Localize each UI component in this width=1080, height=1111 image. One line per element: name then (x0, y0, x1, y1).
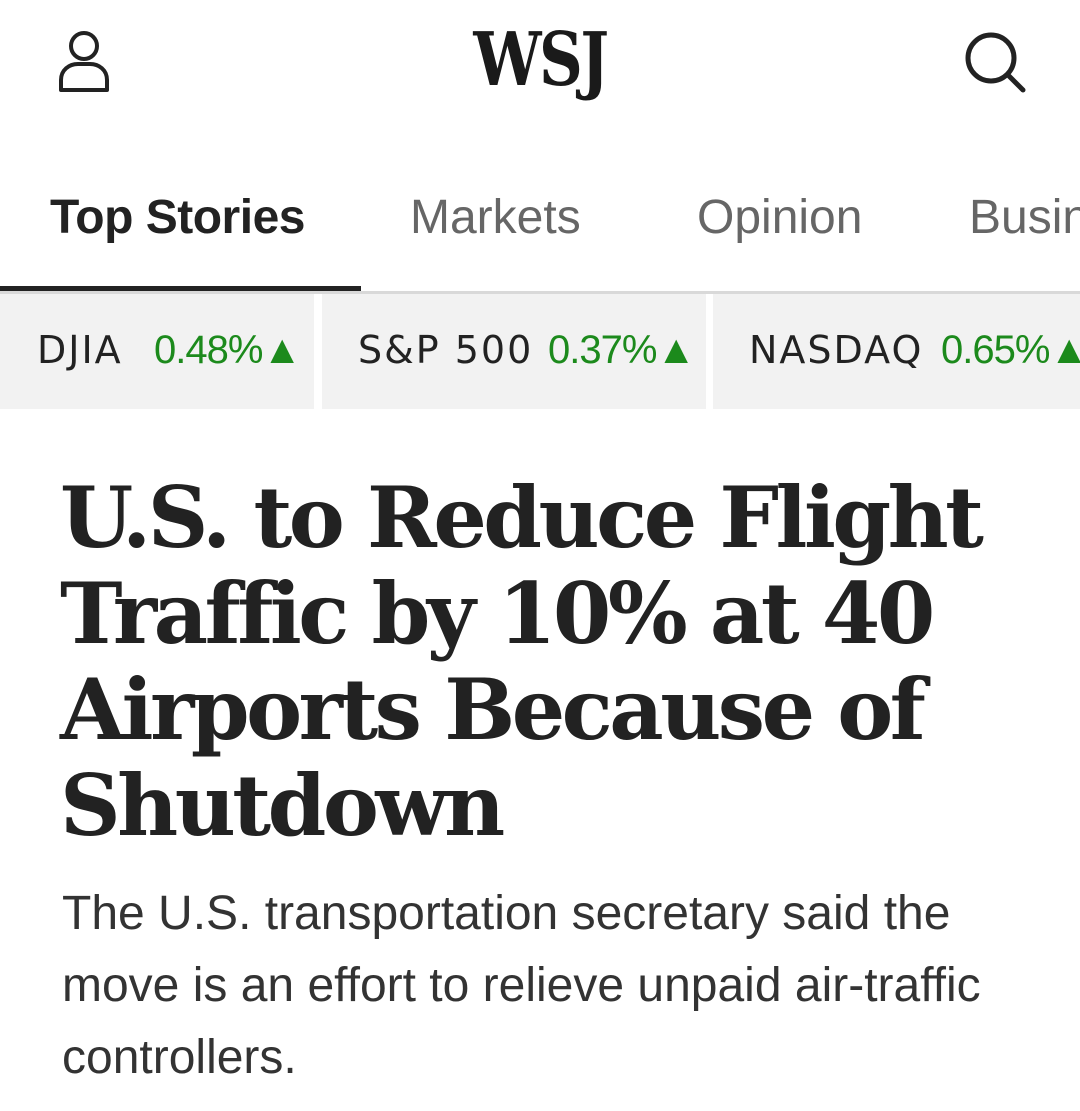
ticker-item-djia[interactable]: DJIA 0.48%▲ (0, 294, 314, 409)
ticker-change: 0.37%▲ (548, 328, 696, 372)
ticker-change: 0.48%▲ (154, 328, 302, 372)
app-bar: WSJ (0, 0, 1080, 130)
search-button[interactable] (960, 28, 1032, 100)
wsj-logo[interactable]: WSJ (97, 14, 983, 106)
story-summary[interactable]: The U.S. transportation secretary said t… (62, 878, 1032, 1094)
tab-markets[interactable]: Markets (410, 188, 581, 248)
ticker-name: NASDAQ (749, 328, 924, 372)
ticker-item-nasdaq[interactable]: NASDAQ 0.65%▲ (713, 294, 1080, 409)
ticker-name: DJIA (37, 328, 123, 372)
ticker-item-sp500[interactable]: S&P 500 0.37%▲ (322, 294, 706, 409)
tab-top-stories[interactable]: Top Stories (50, 188, 305, 248)
tab-business[interactable]: Business (969, 188, 1080, 248)
search-icon (965, 32, 1026, 93)
ticker-name: S&P 500 (358, 328, 534, 372)
market-ticker: DJIA 0.48%▲ S&P 500 0.37%▲ NASDAQ 0.65%▲ (0, 294, 1080, 409)
ticker-change: 0.65%▲ (941, 328, 1080, 372)
story-headline[interactable]: U.S. to Reduce Flight Traffic by 10% at … (60, 470, 1020, 854)
tab-opinion[interactable]: Opinion (697, 188, 862, 248)
active-tab-indicator (0, 286, 361, 291)
section-tabs: Top Stories Markets Opinion Business (0, 160, 1080, 294)
